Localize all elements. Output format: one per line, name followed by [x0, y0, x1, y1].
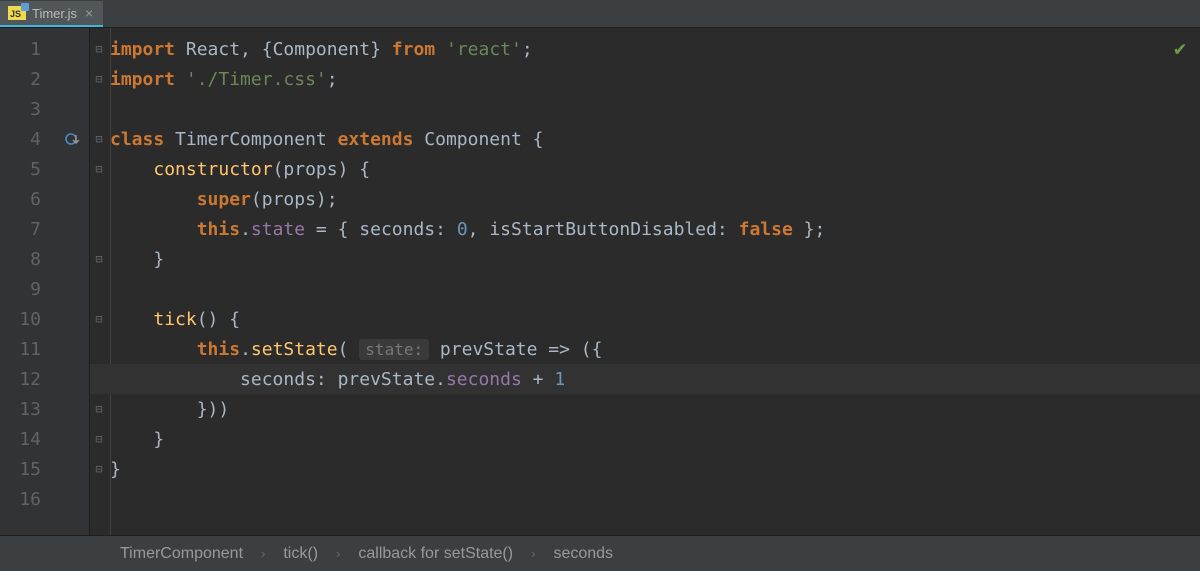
code-line[interactable] — [90, 484, 1200, 514]
fold-icon[interactable]: ⊟ — [92, 72, 106, 86]
breadcrumb-item[interactable]: TimerComponent — [120, 545, 243, 563]
code-editor[interactable]: ✔ ⊟import React, {Component} from 'react… — [90, 28, 1200, 535]
editor-area: 1 2 3 4 5 6 7 8 9 10 11 12 13 14 15 16 ✔… — [0, 28, 1200, 535]
breadcrumb-separator-icon: › — [531, 546, 535, 561]
overridden-icon[interactable] — [63, 129, 83, 149]
fold-close-icon[interactable]: ⊟ — [92, 462, 106, 476]
line-number[interactable]: 14 — [0, 424, 89, 454]
code-line[interactable]: ⊟ } — [90, 424, 1200, 454]
line-number[interactable]: 4 — [0, 124, 89, 154]
line-number[interactable]: 13 — [0, 394, 89, 424]
code-line[interactable]: ⊟import './Timer.css'; — [90, 64, 1200, 94]
fold-close-icon[interactable]: ⊟ — [92, 432, 106, 446]
editor-tab-timerjs[interactable]: JS Timer.js × — [0, 1, 103, 27]
code-line[interactable]: this.setState( state: prevState => ({ — [90, 334, 1200, 364]
tab-filename: Timer.js — [32, 6, 77, 21]
line-number[interactable]: 9 — [0, 274, 89, 304]
breadcrumb-separator-icon: › — [336, 546, 340, 561]
fold-icon[interactable]: ⊟ — [92, 162, 106, 176]
line-number[interactable]: 6 — [0, 184, 89, 214]
close-tab-button[interactable]: × — [83, 5, 95, 21]
code-line[interactable] — [90, 94, 1200, 124]
code-line[interactable]: ⊟ tick() { — [90, 304, 1200, 334]
line-number[interactable]: 1 — [0, 34, 89, 64]
fold-icon[interactable]: ⊟ — [92, 42, 106, 56]
line-number[interactable]: 12 — [0, 364, 89, 394]
line-number[interactable]: 11 — [0, 334, 89, 364]
line-number-gutter: 1 2 3 4 5 6 7 8 9 10 11 12 13 14 15 16 — [0, 28, 90, 535]
line-number[interactable]: 7 — [0, 214, 89, 244]
line-number[interactable]: 16 — [0, 484, 89, 514]
js-file-icon: JS — [8, 6, 26, 20]
line-number[interactable]: 10 — [0, 304, 89, 334]
code-line[interactable]: ⊟class TimerComponent extends Component … — [90, 124, 1200, 154]
line-number[interactable]: 8 — [0, 244, 89, 274]
breadcrumb-item[interactable]: seconds — [553, 545, 613, 563]
line-number[interactable]: 2 — [0, 64, 89, 94]
line-number[interactable]: 3 — [0, 94, 89, 124]
code-line[interactable]: super(props); — [90, 184, 1200, 214]
fold-icon[interactable]: ⊟ — [92, 312, 106, 326]
code-line[interactable]: ⊟ constructor(props) { — [90, 154, 1200, 184]
breadcrumb-bar: TimerComponent › tick() › callback for s… — [0, 535, 1200, 571]
code-line[interactable]: ⊟import React, {Component} from 'react'; — [90, 34, 1200, 64]
breadcrumb-separator-icon: › — [261, 546, 265, 561]
fold-close-icon[interactable]: ⊟ — [92, 402, 106, 416]
code-line[interactable]: ⊟} — [90, 454, 1200, 484]
code-line[interactable]: ⊟ } — [90, 244, 1200, 274]
parameter-hint: state: — [359, 339, 429, 360]
code-line[interactable] — [90, 274, 1200, 304]
fold-icon[interactable]: ⊟ — [92, 132, 106, 146]
fold-close-icon[interactable]: ⊟ — [92, 252, 106, 266]
code-line-current[interactable]: seconds: prevState.seconds + 1 — [90, 364, 1200, 394]
code-line[interactable]: this.state = { seconds: 0, isStartButton… — [90, 214, 1200, 244]
tab-bar: JS Timer.js × — [0, 0, 1200, 28]
breadcrumb-item[interactable]: callback for setState() — [358, 545, 513, 563]
line-number[interactable]: 5 — [0, 154, 89, 184]
breadcrumb-item[interactable]: tick() — [283, 545, 318, 563]
code-line[interactable]: ⊟ })) — [90, 394, 1200, 424]
line-number[interactable]: 15 — [0, 454, 89, 484]
